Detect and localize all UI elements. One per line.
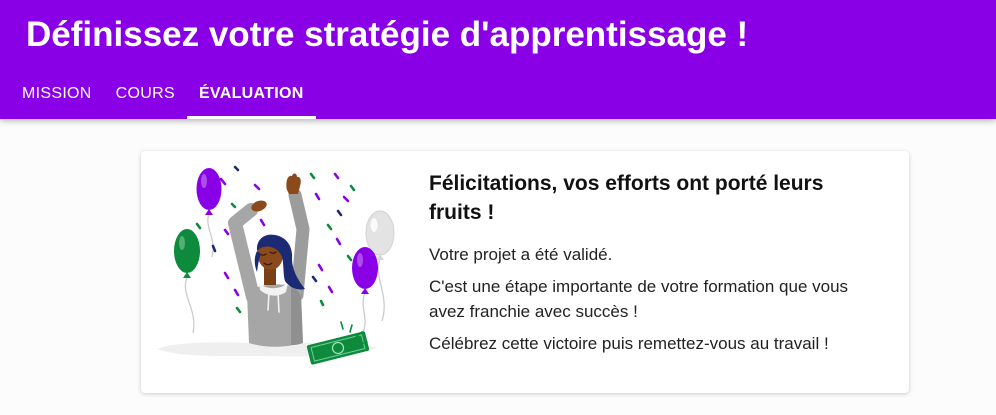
confetti-piece: [195, 222, 202, 230]
confetti-piece: [230, 202, 237, 209]
confetti-piece: [311, 275, 318, 283]
confetti-piece: [259, 218, 266, 227]
confetti-piece: [349, 184, 356, 192]
balloon-string: [377, 258, 385, 322]
balloon-body: [352, 247, 378, 289]
confetti-piece: [317, 263, 324, 272]
balloon-purple-left: [196, 168, 222, 215]
balloon-knot: [205, 209, 213, 215]
confetti-piece: [233, 165, 240, 172]
confetti-piece: [219, 177, 227, 186]
confetti-piece: [253, 183, 261, 191]
balloon-body: [174, 229, 200, 273]
page-title: Définissez votre stratégie d'apprentissa…: [26, 15, 749, 54]
left-arm-sleeve: [228, 203, 260, 304]
balloon-highlight: [201, 174, 207, 188]
balloon-string: [184, 276, 195, 334]
confetti-piece: [326, 223, 333, 231]
result-heading: Félicitations, vos efforts ont porté leu…: [429, 172, 824, 224]
celebrating-woman: [228, 173, 310, 347]
tab-mission[interactable]: MISSION: [10, 74, 104, 119]
balloon-string: [207, 213, 214, 258]
celebration-illustration: [157, 165, 395, 365]
confetti-piece: [346, 254, 353, 262]
tab-bar: MISSION COURS ÉVALUATION: [10, 74, 316, 119]
sparkle-line: [349, 324, 353, 333]
confetti-piece: [336, 209, 343, 217]
result-card: Félicitations, vos efforts ont porté leu…: [141, 151, 909, 393]
result-message: Félicitations, vos efforts ont porté leu…: [429, 169, 877, 356]
confetti-piece: [335, 237, 342, 246]
confetti-piece: [309, 172, 316, 180]
balloon-knot: [361, 288, 369, 294]
balloon-green: [174, 229, 200, 278]
balloon-highlight: [370, 218, 378, 232]
page-header: Définissez votre stratégie d'apprentissa…: [0, 0, 996, 119]
confetti-piece: [235, 306, 242, 314]
result-paragraph: Célébrez cette victoire puis remettez-vo…: [429, 334, 829, 353]
confetti-piece: [223, 271, 230, 280]
balloon-highlight: [179, 236, 185, 250]
confetti-piece: [314, 192, 321, 201]
balloon-string: [361, 292, 366, 336]
hood-drawstring: [267, 291, 270, 311]
tab-evaluation[interactable]: ÉVALUATION: [186, 74, 316, 119]
balloon-body: [196, 168, 222, 210]
sparkle-line: [340, 321, 344, 330]
balloon-highlight: [357, 253, 363, 267]
balloon-knot: [183, 272, 191, 278]
confetti-piece: [211, 244, 217, 253]
confetti-piece: [223, 228, 230, 236]
confetti-piece: [319, 299, 325, 307]
tab-cours[interactable]: COURS: [104, 74, 187, 119]
balloon-purple-right: [352, 247, 378, 294]
hood-drawstring: [277, 291, 280, 313]
confetti-piece: [233, 288, 240, 297]
right-hand: [286, 173, 301, 194]
confetti-piece: [327, 285, 334, 294]
confetti-piece: [342, 195, 350, 203]
confetti-piece: [333, 172, 340, 180]
result-paragraph: C'est une étape importante de votre form…: [429, 277, 849, 321]
result-paragraph: Votre projet a été validé.: [429, 245, 613, 264]
balloon-body: [365, 210, 395, 256]
bill-body: [306, 331, 370, 365]
money-bill: [306, 331, 370, 365]
